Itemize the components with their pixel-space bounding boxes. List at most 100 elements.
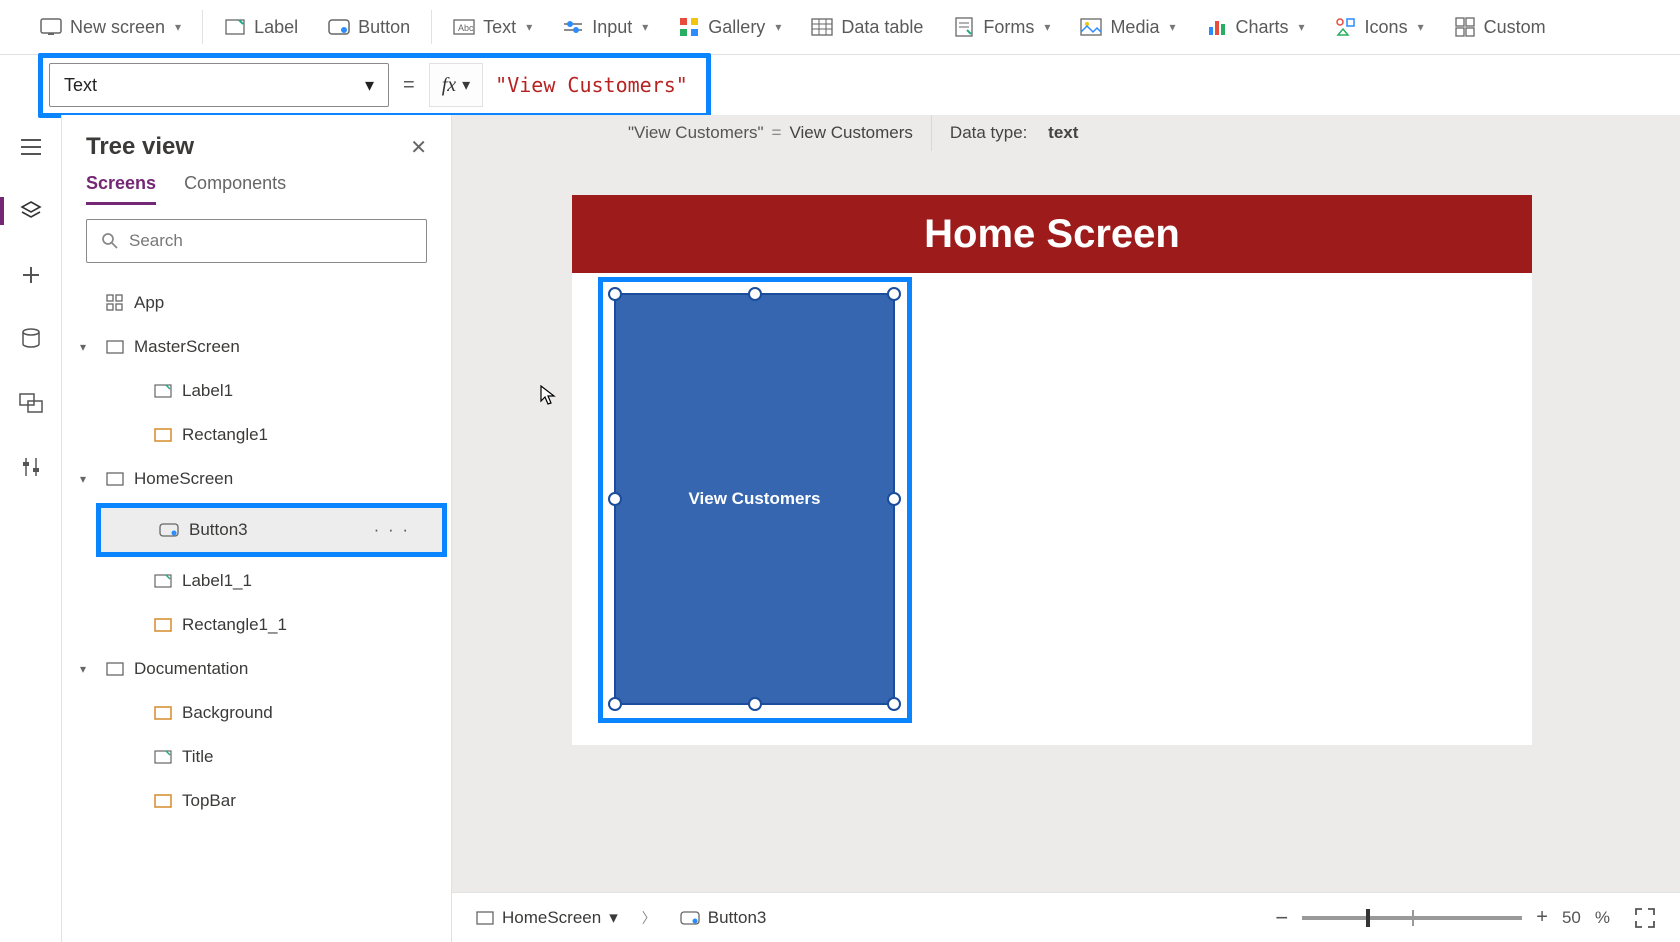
formula-input[interactable]: "View Customers" <box>483 73 700 97</box>
rectangle-icon <box>154 794 172 808</box>
charts-menu[interactable]: Charts ▾ <box>1191 0 1320 54</box>
button-label: Button <box>358 17 410 38</box>
zoom-slider[interactable] <box>1302 916 1522 920</box>
tree-node-button3[interactable]: Button3 · · · <box>101 508 442 552</box>
search-input[interactable]: Search <box>86 219 427 263</box>
custom-menu[interactable]: Custom <box>1439 0 1561 54</box>
tree-node-title[interactable]: Title <box>62 735 451 779</box>
datatable-button[interactable]: Data table <box>796 0 938 54</box>
resize-handle-nw[interactable] <box>608 287 622 301</box>
tree-label: HomeScreen <box>134 469 233 489</box>
label-icon <box>224 16 246 38</box>
resize-handle-n[interactable] <box>748 287 762 301</box>
tree-node-documentation[interactable]: ▾ Documentation <box>62 647 451 691</box>
icons-label: Icons <box>1365 17 1408 38</box>
workspace: Tree view ✕ Screens Components Search Ap… <box>0 115 1680 942</box>
zoom-out-button[interactable]: − <box>1275 905 1288 931</box>
media-menu[interactable]: Media ▾ <box>1065 0 1190 54</box>
tree-node-background[interactable]: Background <box>62 691 451 735</box>
resize-handle-s[interactable] <box>748 697 762 711</box>
tree-node-rectangle1[interactable]: Rectangle1 <box>62 413 451 457</box>
chevron-down-icon: ▾ <box>1169 20 1175 34</box>
tab-screens[interactable]: Screens <box>86 173 156 205</box>
button3-text: View Customers <box>689 489 821 509</box>
close-icon[interactable]: ✕ <box>410 135 427 160</box>
chevron-down-icon: ▾ <box>80 662 96 676</box>
screen-icon <box>476 911 494 925</box>
insert-ribbon: New screen ▾ Label Button Abc Text ▾ Inp… <box>0 0 1680 55</box>
forms-icon <box>953 16 975 38</box>
tree-view-rail-button[interactable] <box>0 193 61 229</box>
tree-node-masterscreen[interactable]: ▾ MasterScreen <box>62 325 451 369</box>
eval-value: View Customers <box>789 123 912 143</box>
custom-icon <box>1454 16 1476 38</box>
tree-list: App ▾ MasterScreen Label1 Rectangle1 ▾ H… <box>62 277 451 942</box>
label-button[interactable]: Label <box>209 0 313 54</box>
tree-label: Background <box>182 703 273 723</box>
layers-icon <box>20 200 42 222</box>
resize-handle-w[interactable] <box>608 492 622 506</box>
formula-bar: Text ▾ = fx ▾ "View Customers" <box>0 55 1680 115</box>
chevron-down-icon: ▾ <box>775 20 781 34</box>
resize-handle-e[interactable] <box>887 492 901 506</box>
resize-handle-sw[interactable] <box>608 697 622 711</box>
screen-icon <box>40 16 62 38</box>
new-screen-menu[interactable]: New screen ▾ <box>25 0 196 54</box>
resize-handle-ne[interactable] <box>887 287 901 301</box>
gallery-menu[interactable]: Gallery ▾ <box>663 0 796 54</box>
property-selector[interactable]: Text ▾ <box>49 63 389 107</box>
resize-handle-se[interactable] <box>887 697 901 711</box>
breadcrumb-control-label: Button3 <box>708 908 767 928</box>
tree-label: TopBar <box>182 791 236 811</box>
insert-rail-button[interactable] <box>0 257 61 293</box>
button-icon <box>159 523 179 537</box>
search-icon <box>101 232 119 250</box>
label-icon <box>154 750 172 764</box>
tree-node-topbar[interactable]: TopBar <box>62 779 451 823</box>
input-menu[interactable]: Input ▾ <box>547 0 663 54</box>
tree-node-app[interactable]: App <box>62 281 451 325</box>
media-rail-button[interactable] <box>0 385 61 421</box>
text-menu[interactable]: Abc Text ▾ <box>438 0 547 54</box>
tree-node-homescreen[interactable]: ▾ HomeScreen <box>62 457 451 501</box>
more-options-button[interactable]: · · · <box>374 520 410 540</box>
chevron-down-icon: ▾ <box>365 75 374 96</box>
icons-menu[interactable]: Icons ▾ <box>1320 0 1439 54</box>
tree-label: Rectangle1 <box>182 425 268 445</box>
tree-node-rectangle1-1[interactable]: Rectangle1_1 <box>62 603 451 647</box>
canvas-area[interactable]: "View Customers" = View Customers Data t… <box>452 115 1680 942</box>
rectangle-icon <box>154 618 172 632</box>
chevron-right-icon: 〉 <box>642 908 656 928</box>
gallery-icon <box>678 16 700 38</box>
breadcrumb-screen[interactable]: HomeScreen ▾ <box>476 908 618 928</box>
screen-icon <box>106 472 124 486</box>
button3-control[interactable]: View Customers <box>614 293 895 705</box>
tree-label: Button3 <box>189 520 248 540</box>
tab-components[interactable]: Components <box>184 173 286 205</box>
zoom-in-button[interactable]: + <box>1536 906 1548 929</box>
app-icon <box>106 294 124 312</box>
tools-rail-button[interactable] <box>0 449 61 485</box>
tree-node-label1[interactable]: Label1 <box>62 369 451 413</box>
label-text: Label <box>254 17 298 38</box>
forms-menu[interactable]: Forms ▾ <box>938 0 1065 54</box>
charts-label: Charts <box>1236 17 1289 38</box>
chevron-down-icon: ▾ <box>80 472 96 486</box>
breadcrumb-screen-label: HomeScreen <box>502 908 601 928</box>
tree-view-panel: Tree view ✕ Screens Components Search Ap… <box>62 115 452 942</box>
datatype-value: text <box>1048 123 1078 143</box>
breadcrumb-control[interactable]: Button3 <box>680 908 767 928</box>
rectangle-icon <box>154 428 172 442</box>
forms-label: Forms <box>983 17 1034 38</box>
tree-node-label1-1[interactable]: Label1_1 <box>62 559 451 603</box>
zoom-percent: % <box>1595 908 1610 928</box>
design-canvas[interactable]: Home Screen View Customers <box>572 195 1532 745</box>
hamburger-button[interactable] <box>0 129 61 165</box>
expand-icon[interactable] <box>1634 907 1656 929</box>
button-button[interactable]: Button <box>313 0 425 54</box>
eval-equals: = <box>772 123 782 143</box>
fx-button[interactable]: fx ▾ <box>429 63 483 107</box>
data-rail-button[interactable] <box>0 321 61 357</box>
chevron-down-icon: ▾ <box>609 908 618 928</box>
tree-view-title: Tree view <box>86 133 194 161</box>
